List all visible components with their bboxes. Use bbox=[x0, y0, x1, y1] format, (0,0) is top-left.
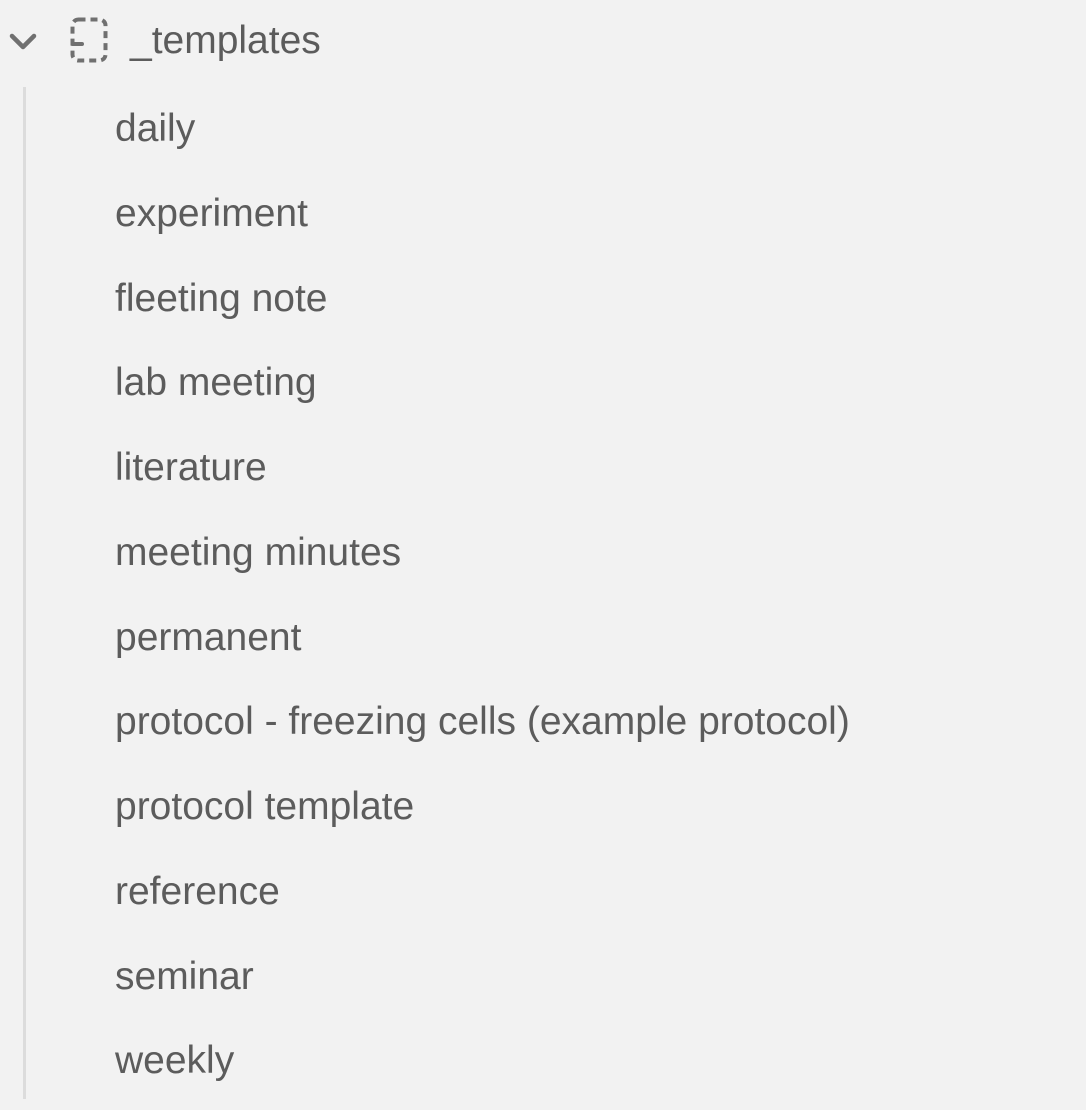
file-name: permanent bbox=[115, 615, 302, 659]
file-tree: _templates daily experiment fleeting not… bbox=[0, 0, 1086, 1110]
file-name: weekly bbox=[115, 1039, 235, 1083]
file-name: seminar bbox=[115, 954, 254, 998]
file-item-daily[interactable]: daily bbox=[0, 87, 1086, 172]
file-item-reference[interactable]: reference bbox=[0, 850, 1086, 935]
file-item-permanent[interactable]: permanent bbox=[0, 596, 1086, 681]
file-item-protocol-freezing-cells[interactable]: protocol - freezing cells (example proto… bbox=[0, 680, 1086, 765]
file-list: daily experiment fleeting note lab meeti… bbox=[0, 87, 1086, 1104]
file-name: fleeting note bbox=[115, 276, 328, 320]
folder-templates[interactable]: _templates bbox=[0, 0, 1086, 84]
chevron-down-icon[interactable] bbox=[8, 28, 38, 54]
file-item-meeting-minutes[interactable]: meeting minutes bbox=[0, 511, 1086, 596]
file-name: literature bbox=[115, 446, 267, 489]
file-item-fleeting-note[interactable]: fleeting note bbox=[0, 257, 1086, 342]
file-item-literature[interactable]: literature bbox=[0, 426, 1086, 511]
file-item-lab-meeting[interactable]: lab meeting bbox=[0, 341, 1086, 426]
file-item-weekly[interactable]: weekly bbox=[0, 1019, 1086, 1104]
file-item-protocol-template[interactable]: protocol template bbox=[0, 765, 1086, 850]
file-name: protocol - freezing cells (example proto… bbox=[115, 700, 850, 744]
file-item-seminar[interactable]: seminar bbox=[0, 935, 1086, 1020]
dashed-folder-icon bbox=[70, 17, 108, 63]
file-item-experiment[interactable]: experiment bbox=[0, 172, 1086, 257]
file-name: protocol template bbox=[115, 785, 415, 828]
file-name: daily bbox=[115, 107, 196, 150]
file-name: meeting minutes bbox=[115, 530, 402, 574]
folder-name: _templates bbox=[130, 19, 321, 62]
file-name: reference bbox=[115, 869, 280, 913]
file-name: experiment bbox=[115, 191, 308, 235]
file-name: lab meeting bbox=[115, 361, 317, 405]
